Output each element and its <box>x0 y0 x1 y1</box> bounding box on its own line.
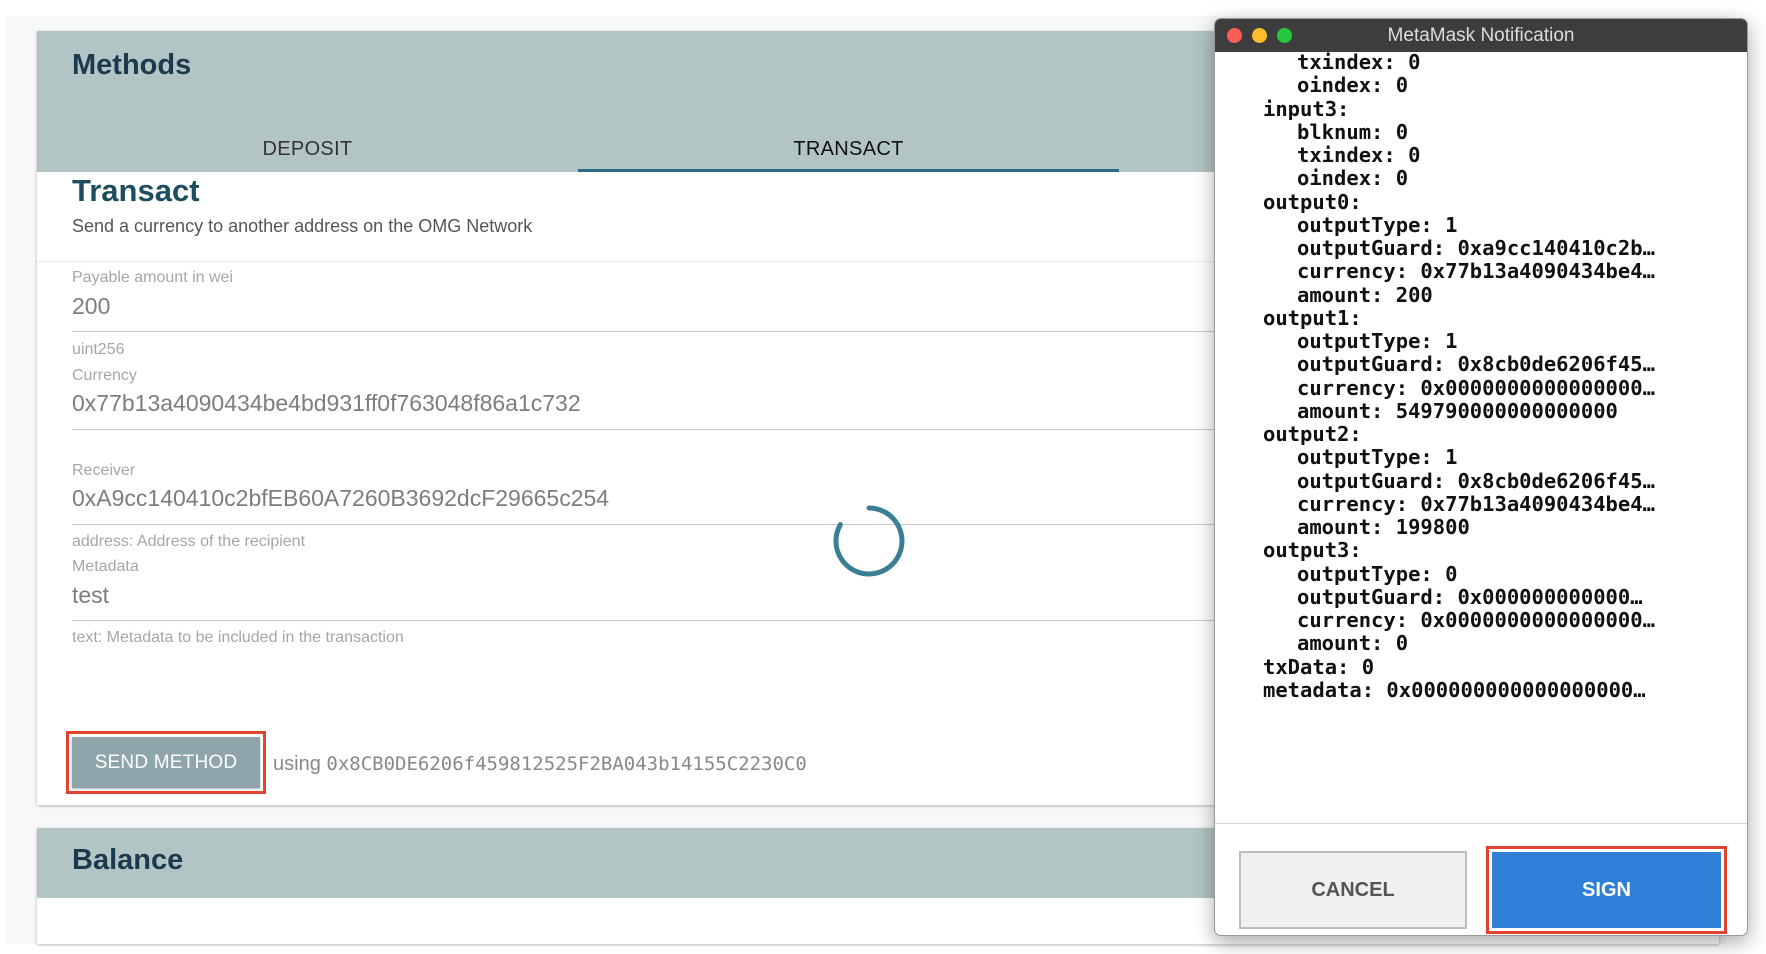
tab-transact[interactable]: TRANSACT <box>578 127 1119 172</box>
detail-line: blknum: 0 <box>1297 119 1409 144</box>
spinner-icon <box>833 505 905 577</box>
currency-type-label: uint256 <box>72 341 125 358</box>
methods-title: Methods <box>72 49 192 81</box>
receiver-helper: address: Address of the recipient <box>72 533 306 550</box>
footer-divider <box>1215 823 1747 824</box>
detail-line: amount: 549790000000000000 <box>1297 398 1618 423</box>
cancel-button[interactable]: CANCEL <box>1239 851 1467 929</box>
detail-line: currency: 0x0000000000000000… <box>1297 608 1655 632</box>
metadata-underline <box>72 620 1252 621</box>
transact-title: Transact <box>72 173 200 208</box>
currency-underline <box>72 429 1252 430</box>
detail-line: currency: 0x0000000000000000… <box>1297 375 1655 400</box>
amount-label: Payable amount in wei <box>72 269 233 286</box>
using-label: using <box>273 753 321 775</box>
detail-line: outputType: 1 <box>1297 329 1458 353</box>
detail-line: outputGuard: 0x8cb0de6206f45… <box>1297 352 1655 377</box>
detail-line: oindex: 0 <box>1297 166 1409 191</box>
sign-button[interactable]: SIGN <box>1492 852 1721 928</box>
detail-line: amount: 199800 <box>1297 515 1470 539</box>
tab-deposit[interactable]: DEPOSIT <box>37 127 578 172</box>
transact-subtitle: Send a currency to another address on th… <box>72 216 533 236</box>
detail-line: txindex: 0 <box>1297 143 1421 167</box>
send-method-button[interactable]: SEND METHOD <box>72 737 260 788</box>
metadata-helper: text: Metadata to be included in the tra… <box>72 629 404 646</box>
close-dot-icon[interactable] <box>1227 28 1242 43</box>
metamask-window: MetaMask Notification txindex: 0 oindex: … <box>1214 18 1748 936</box>
receiver-underline <box>72 524 1252 525</box>
detail-line: outputGuard: 0x8cb0de6206f45… <box>1297 468 1655 493</box>
metadata-label: Metadata <box>72 558 139 575</box>
transaction-details[interactable]: txindex: 0 oindex: 0 input3: blknum: 0 txind… <box>1215 52 1747 823</box>
detail-line: output0: <box>1263 189 1362 214</box>
detail-line: outputType: 0 <box>1297 561 1458 586</box>
amount-input[interactable]: 200 <box>72 293 110 320</box>
amount-underline <box>72 331 1252 332</box>
metamask-window-title: MetaMask Notification <box>1387 25 1575 46</box>
detail-line: output2: <box>1263 422 1362 446</box>
using-address: 0x8CB0DE6206f459812525F2BA043b14155C2230… <box>326 753 807 775</box>
detail-line: output3: <box>1263 538 1362 563</box>
detail-line: output1: <box>1263 305 1362 330</box>
detail-line: outputType: 1 <box>1297 445 1458 470</box>
detail-line: outputType: 1 <box>1297 212 1458 237</box>
detail-line: currency: 0x77b13a4090434be4… <box>1297 491 1655 516</box>
detail-line: outputGuard: 0xa9cc140410c2b… <box>1297 236 1655 260</box>
using-text: using 0x8CB0DE6206f459812525F2BA043b1415… <box>273 753 807 776</box>
detail-line: txData: 0 <box>1263 654 1375 679</box>
detail-line: oindex: 0 <box>1297 73 1409 98</box>
currency-label: Currency <box>72 367 137 384</box>
balance-title: Balance <box>72 844 184 876</box>
detail-line: amount: 0 <box>1297 631 1409 656</box>
receiver-label: Receiver <box>72 462 136 479</box>
detail-line: amount: 200 <box>1297 282 1433 307</box>
receiver-input[interactable]: 0xA9cc140410c2bfEB60A7260B3692dcF29665c2… <box>72 485 609 512</box>
detail-line: metadata: 0x000000000000000000… <box>1263 677 1646 702</box>
maximize-dot-icon[interactable] <box>1277 28 1292 43</box>
detail-line: currency: 0x77b13a4090434be4… <box>1297 259 1655 284</box>
minimize-dot-icon[interactable] <box>1252 28 1267 43</box>
detail-line: input3: <box>1263 96 1350 121</box>
detail-line: outputGuard: 0x000000000000… <box>1297 584 1643 609</box>
currency-input[interactable]: 0x77b13a4090434be4bd931ff0f763048f86a1c7… <box>72 390 581 417</box>
metadata-input[interactable]: test <box>72 582 109 609</box>
metamask-titlebar[interactable]: MetaMask Notification <box>1215 19 1747 52</box>
